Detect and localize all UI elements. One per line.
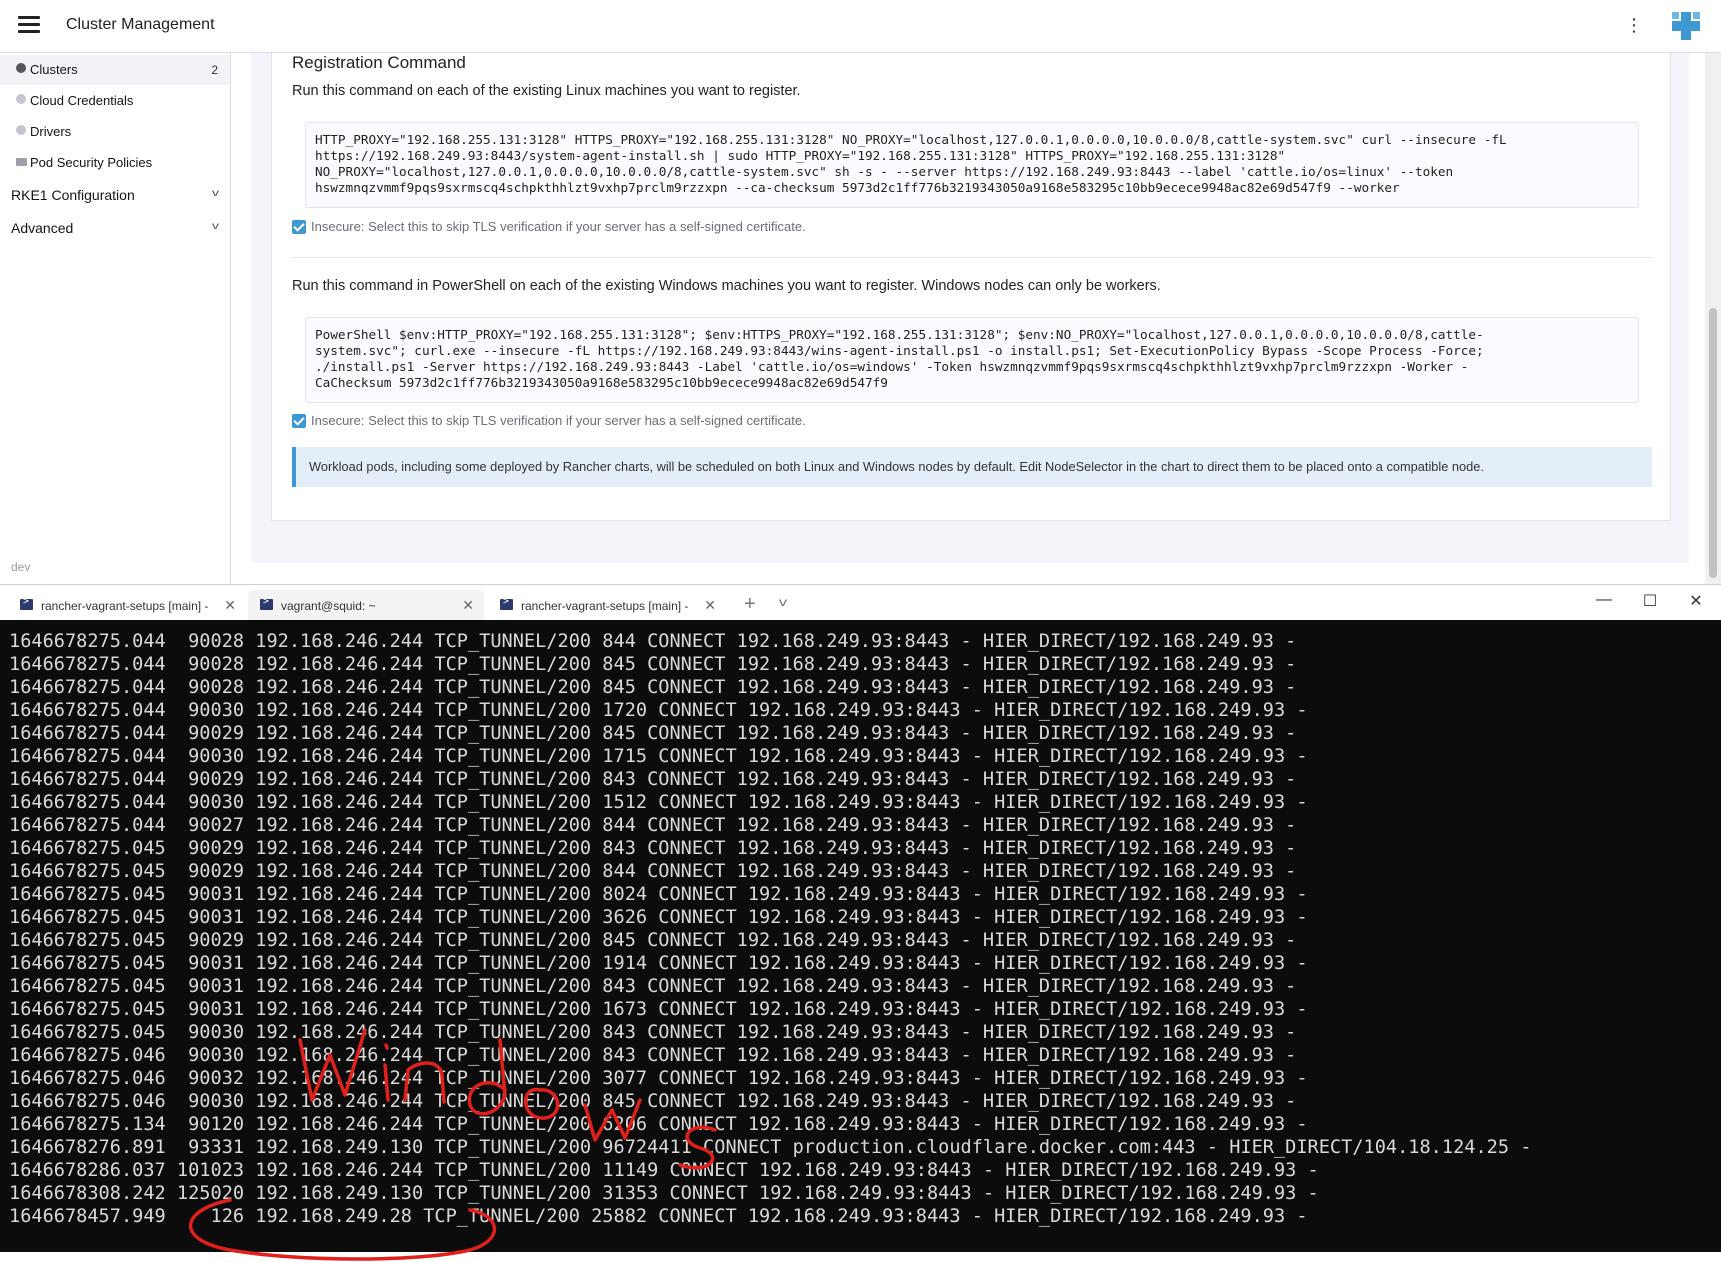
top-header: Cluster Management ⋮ — [0, 0, 1721, 53]
linux-instruction: Run this command on each of the existing… — [292, 83, 801, 99]
registration-card: Registration Command Run this command on… — [271, 53, 1671, 521]
cluster-icon — [16, 63, 26, 73]
terminal-line: 1646678457.949 126 192.168.249.28 TCP_TU… — [9, 1206, 1308, 1227]
cluster-count-badge: 2 — [211, 63, 218, 77]
folder-icon — [16, 158, 27, 166]
terminal-line: 1646678275.046 90030 192.168.246.244 TCP… — [9, 1045, 1297, 1066]
terminal-line: 1646678308.242 125020 192.168.249.130 TC… — [9, 1183, 1319, 1204]
terminal-line: 1646678275.044 90030 192.168.246.244 TCP… — [9, 792, 1308, 813]
terminal-line: 1646678275.045 90029 192.168.246.244 TCP… — [9, 930, 1297, 951]
sidebar-footer-version: dev — [11, 560, 31, 574]
powershell-icon — [20, 596, 33, 610]
close-tab-icon[interactable]: ✕ — [462, 597, 474, 614]
sidebar: Clusters 2 Cloud Credentials Drivers Pod… — [0, 53, 231, 584]
sidebar-item-pod-security-policies[interactable]: Pod Security Policies — [0, 148, 230, 178]
insecure-label: Insecure: Select this to skip TLS verifi… — [311, 413, 806, 428]
credentials-icon — [16, 94, 26, 104]
terminal-line: 1646678275.134 90120 192.168.246.244 TCP… — [9, 1114, 1308, 1135]
checkbox-checked-icon[interactable] — [292, 414, 306, 428]
terminal-line: 1646678275.044 90027 192.168.246.244 TCP… — [9, 815, 1297, 836]
sidebar-group-rke1-configuration[interactable]: RKE1 Configuration v — [0, 180, 230, 210]
chevron-down-icon[interactable]: v — [779, 595, 787, 609]
close-tab-icon[interactable]: ✕ — [224, 597, 236, 614]
terminal-line: 1646678276.891 93331 192.168.249.130 TCP… — [9, 1137, 1532, 1158]
powershell-icon — [260, 596, 273, 610]
tab-title: rancher-vagrant-setups [main] - — [521, 599, 689, 613]
terminal-line: 1646678275.045 90029 192.168.246.244 TCP… — [9, 861, 1297, 882]
window-bottom-edge — [0, 1252, 1721, 1262]
powershell-icon — [500, 596, 513, 610]
terminal-line: 1646678275.044 90030 192.168.246.244 TCP… — [9, 746, 1308, 767]
chevron-down-icon: v — [212, 221, 219, 232]
terminal-line: 1646678286.037 101023 192.168.246.244 TC… — [9, 1160, 1319, 1181]
sidebar-item-label: Pod Security Policies — [30, 155, 153, 170]
terminal-line: 1646678275.044 90029 192.168.246.244 TCP… — [9, 723, 1297, 744]
terminal-window: rancher-vagrant-setups [main] - ✕ vagran… — [0, 584, 1721, 1262]
sidebar-item-cloud-credentials[interactable]: Cloud Credentials — [0, 86, 230, 116]
terminal-tab-2[interactable]: vagrant@squid: ~ ✕ — [248, 590, 484, 621]
info-banner: Workload pods, including some deployed b… — [292, 447, 1652, 487]
sidebar-group-label: RKE1 Configuration — [11, 187, 135, 203]
hamburger-icon[interactable] — [18, 16, 40, 36]
terminal-line: 1646678275.044 90030 192.168.246.244 TCP… — [9, 700, 1308, 721]
terminal-line: 1646678275.045 90029 192.168.246.244 TCP… — [9, 838, 1297, 859]
checkbox-checked-icon[interactable] — [292, 220, 306, 234]
sidebar-item-drivers[interactable]: Drivers — [0, 117, 230, 147]
sidebar-item-clusters[interactable]: Clusters 2 — [0, 55, 230, 85]
terminal-line: 1646678275.045 90031 192.168.246.244 TCP… — [9, 976, 1297, 997]
terminal-line: 1646678275.044 90028 192.168.246.244 TCP… — [9, 631, 1297, 652]
scrollbar[interactable] — [1705, 53, 1721, 584]
linux-command-box[interactable]: HTTP_PROXY="192.168.255.131:3128" HTTPS_… — [305, 122, 1639, 208]
terminal-line: 1646678275.044 90028 192.168.246.244 TCP… — [9, 654, 1297, 675]
rancher-app: Cluster Management ⋮ Clusters 2 Cloud Cr… — [0, 0, 1721, 584]
windows-instruction: Run this command in PowerShell on each o… — [292, 278, 1161, 294]
terminal-output[interactable]: 1646678275.044 90028 192.168.246.244 TCP… — [0, 620, 1721, 1262]
section-divider — [292, 257, 1652, 258]
maximize-button[interactable]: ☐ — [1638, 591, 1662, 611]
close-tab-icon[interactable]: ✕ — [704, 597, 716, 614]
sidebar-item-label: Cloud Credentials — [30, 93, 134, 108]
terminal-line: 1646678275.045 90031 192.168.246.244 TCP… — [9, 884, 1308, 905]
windows-command-box[interactable]: PowerShell $env:HTTP_PROXY="192.168.255.… — [305, 317, 1639, 403]
tab-title: vagrant@squid: ~ — [281, 599, 376, 613]
terminal-line: 1646678275.045 90031 192.168.246.244 TCP… — [9, 999, 1308, 1020]
new-tab-button[interactable]: + — [744, 593, 756, 616]
terminal-line: 1646678275.045 90031 192.168.246.244 TCP… — [9, 907, 1308, 928]
terminal-tab-bar: rancher-vagrant-setups [main] - ✕ vagran… — [0, 584, 1721, 621]
terminal-lines: 1646678275.044 90028 192.168.246.244 TCP… — [9, 630, 1531, 1228]
chevron-down-icon: v — [212, 188, 219, 199]
page-title: Cluster Management — [66, 16, 215, 33]
sidebar-group-label: Advanced — [11, 220, 74, 236]
rancher-logo[interactable] — [1668, 8, 1704, 44]
registration-title: Registration Command — [292, 53, 466, 72]
terminal-line: 1646678275.044 90029 192.168.246.244 TCP… — [9, 769, 1297, 790]
terminal-line: 1646678275.045 90030 192.168.246.244 TCP… — [9, 1022, 1297, 1043]
drivers-icon — [16, 125, 26, 135]
terminal-line: 1646678275.046 90030 192.168.246.244 TCP… — [9, 1091, 1297, 1112]
scrollbar-thumb[interactable] — [1709, 308, 1717, 578]
minimize-button[interactable]: — — [1592, 591, 1616, 609]
tab-title: rancher-vagrant-setups [main] - — [41, 599, 209, 613]
sidebar-item-label: Drivers — [30, 124, 72, 139]
terminal-tab-3[interactable]: rancher-vagrant-setups [main] - ✕ — [488, 590, 726, 621]
terminal-tab-1[interactable]: rancher-vagrant-setups [main] - ✕ — [8, 590, 246, 621]
terminal-line: 1646678275.046 90032 192.168.246.244 TCP… — [9, 1068, 1308, 1089]
terminal-line: 1646678275.045 90031 192.168.246.244 TCP… — [9, 953, 1308, 974]
sidebar-item-label: Clusters — [30, 62, 78, 77]
kebab-icon[interactable]: ⋮ — [1625, 14, 1643, 38]
insecure-checkbox-windows[interactable]: Insecure: Select this to skip TLS verifi… — [292, 413, 892, 431]
insecure-checkbox-linux[interactable]: Insecure: Select this to skip TLS verifi… — [292, 219, 892, 237]
close-window-button[interactable]: ✕ — [1684, 591, 1708, 611]
terminal-line: 1646678275.044 90028 192.168.246.244 TCP… — [9, 677, 1297, 698]
sidebar-group-advanced[interactable]: Advanced v — [0, 213, 230, 243]
insecure-label: Insecure: Select this to skip TLS verifi… — [311, 219, 806, 234]
